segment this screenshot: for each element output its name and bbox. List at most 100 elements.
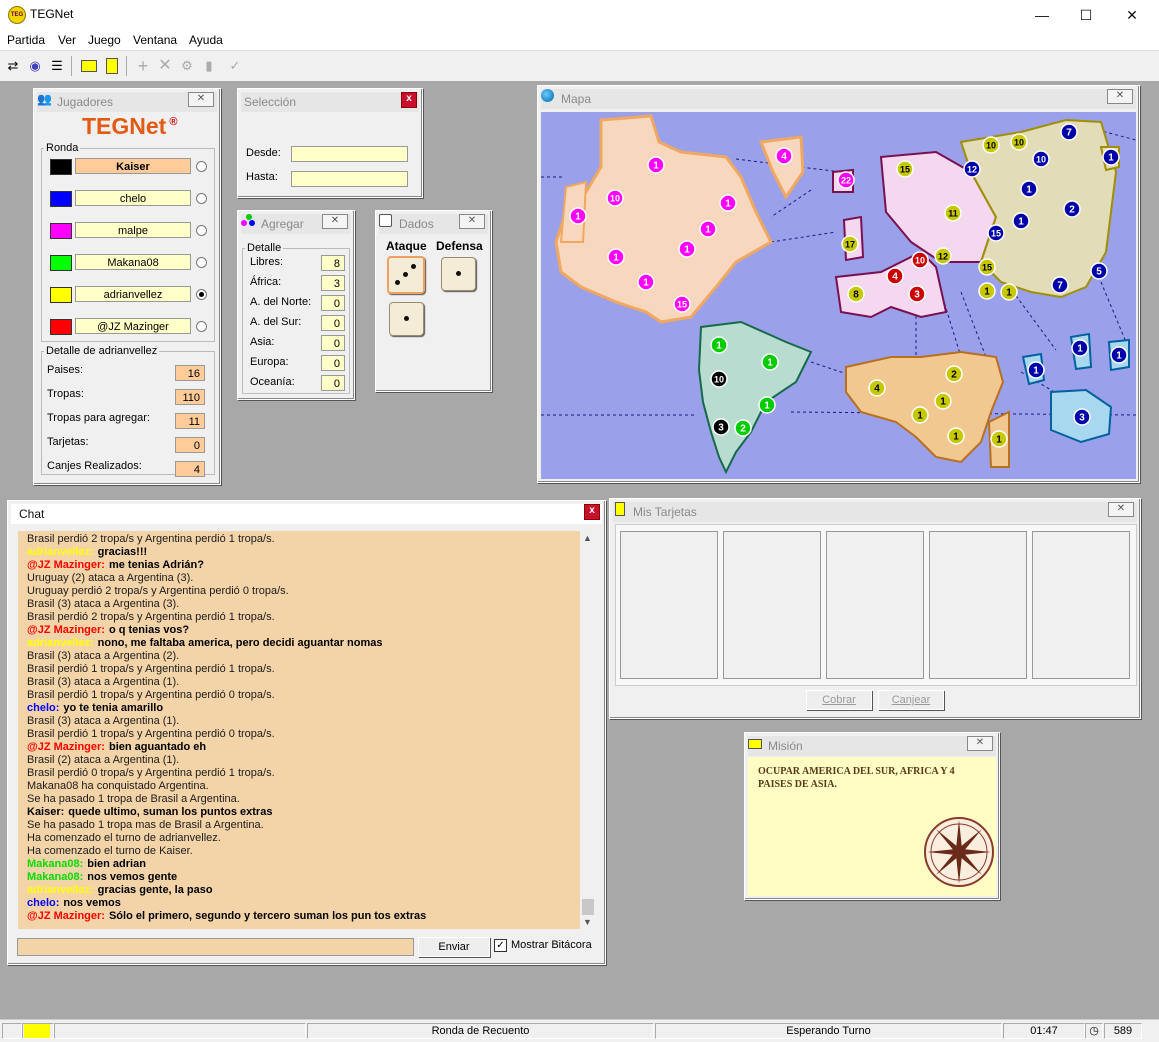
chat-scrollbar[interactable]: ▲ ▼ bbox=[580, 531, 596, 929]
army-marker[interactable]: 10 bbox=[1032, 150, 1050, 168]
army-marker[interactable]: 4 bbox=[775, 147, 793, 165]
army-marker[interactable]: 10 bbox=[911, 251, 929, 269]
army-marker[interactable]: 1 bbox=[699, 220, 717, 238]
menu-ventana[interactable]: Ventana bbox=[133, 33, 177, 47]
card-slot-4[interactable] bbox=[929, 531, 1027, 679]
check-icon[interactable]: ✓ bbox=[224, 55, 246, 77]
army-marker[interactable]: 8 bbox=[847, 285, 865, 303]
army-marker[interactable]: 3 bbox=[712, 418, 730, 436]
add-close-button[interactable]: ✕ bbox=[322, 214, 348, 229]
globe-icon[interactable]: ◉ bbox=[24, 55, 46, 77]
army-marker[interactable]: 10 bbox=[1010, 133, 1028, 151]
players-close-button[interactable]: ✕ bbox=[188, 92, 214, 107]
army-count: 1 bbox=[940, 397, 946, 408]
army-marker[interactable]: 7 bbox=[1051, 276, 1069, 294]
army-marker[interactable]: 5 bbox=[1090, 262, 1108, 280]
mission-icon[interactable] bbox=[101, 55, 123, 77]
army-marker[interactable]: 1 bbox=[934, 392, 952, 410]
army-marker[interactable]: 17 bbox=[841, 235, 859, 253]
card-slot-1[interactable] bbox=[620, 531, 718, 679]
show-log-checkbox[interactable]: ✓ bbox=[494, 939, 507, 952]
selection-close-button[interactable]: x bbox=[401, 92, 417, 108]
army-marker[interactable]: 1 bbox=[990, 430, 1008, 448]
gear-icon[interactable]: ⚙ bbox=[176, 55, 198, 77]
army-marker[interactable]: 1 bbox=[1027, 361, 1045, 379]
player-radio[interactable] bbox=[196, 289, 207, 300]
connect-icon[interactable]: ⇄ bbox=[2, 55, 24, 77]
mission-close-button[interactable]: ✕ bbox=[967, 736, 993, 751]
army-marker[interactable]: 1 bbox=[1012, 212, 1030, 230]
map-title[interactable]: Mapa bbox=[541, 89, 1136, 109]
cards-close-button[interactable]: ✕ bbox=[1108, 502, 1134, 517]
army-marker[interactable]: 1 bbox=[1000, 283, 1018, 301]
army-marker[interactable]: 1 bbox=[947, 427, 965, 445]
army-marker[interactable]: 1 bbox=[1020, 180, 1038, 198]
army-marker[interactable]: 1 bbox=[647, 156, 665, 174]
card-slot-2[interactable] bbox=[723, 531, 821, 679]
menu-juego[interactable]: Juego bbox=[88, 33, 121, 47]
army-marker[interactable]: 1 bbox=[607, 248, 625, 266]
army-marker[interactable]: 1 bbox=[911, 406, 929, 424]
chat-input[interactable] bbox=[17, 938, 414, 956]
minimize-button[interactable]: — bbox=[1019, 0, 1065, 30]
player-radio[interactable] bbox=[196, 321, 207, 332]
army-marker[interactable]: 1 bbox=[1110, 346, 1128, 364]
army-marker[interactable]: 3 bbox=[1073, 408, 1091, 426]
send-button[interactable]: Enviar bbox=[418, 937, 490, 957]
maximize-button[interactable]: ☐ bbox=[1063, 0, 1109, 30]
menu-ayuda[interactable]: Ayuda bbox=[189, 33, 223, 47]
army-marker[interactable]: 3 bbox=[908, 285, 926, 303]
army-marker[interactable]: 22 bbox=[837, 171, 855, 189]
player-radio[interactable] bbox=[196, 193, 207, 204]
army-marker[interactable]: 2 bbox=[945, 365, 963, 383]
army-marker[interactable]: 4 bbox=[886, 267, 904, 285]
army-marker[interactable]: 4 bbox=[868, 379, 886, 397]
card-yellow-icon[interactable] bbox=[78, 55, 100, 77]
card-slot-5[interactable] bbox=[1032, 531, 1130, 679]
menu-ver[interactable]: Ver bbox=[58, 33, 76, 47]
collect-button[interactable]: Cobrar bbox=[806, 690, 872, 710]
army-marker[interactable]: 15 bbox=[978, 258, 996, 276]
army-marker[interactable]: 1 bbox=[637, 273, 655, 291]
selection-title[interactable]: Selección bbox=[241, 92, 419, 112]
army-marker[interactable]: 1 bbox=[710, 336, 728, 354]
chat-close-button[interactable]: x bbox=[584, 504, 600, 520]
player-radio[interactable] bbox=[196, 257, 207, 268]
exchange-button[interactable]: Canjear bbox=[878, 690, 944, 710]
menu-partida[interactable]: Partida bbox=[7, 33, 45, 47]
army-marker[interactable]: 1 bbox=[978, 282, 996, 300]
close-button[interactable]: ✕ bbox=[1109, 0, 1155, 30]
map-close-button[interactable]: ✕ bbox=[1107, 89, 1133, 104]
card-slot-3[interactable] bbox=[826, 531, 924, 679]
add-icon[interactable]: + bbox=[132, 55, 154, 77]
army-marker[interactable]: 1 bbox=[761, 353, 779, 371]
army-marker[interactable]: 11 bbox=[944, 204, 962, 222]
card-icon[interactable]: ▮ bbox=[198, 55, 220, 77]
army-marker[interactable]: 10 bbox=[710, 370, 728, 388]
army-marker[interactable]: 7 bbox=[1060, 123, 1078, 141]
army-marker[interactable]: 1 bbox=[678, 240, 696, 258]
army-marker[interactable]: 10 bbox=[606, 189, 624, 207]
world-map[interactable]: 14110111111522111013 21511178410 12310 1012… bbox=[541, 112, 1136, 479]
army-marker[interactable]: 1 bbox=[569, 207, 587, 225]
army-marker[interactable]: 12 bbox=[934, 247, 952, 265]
player-radio[interactable] bbox=[196, 161, 207, 172]
army-marker[interactable]: 1 bbox=[1102, 148, 1120, 166]
army-marker[interactable]: 15 bbox=[987, 224, 1005, 242]
army-marker[interactable]: 12 bbox=[963, 160, 981, 178]
army-marker[interactable]: 2 bbox=[734, 419, 752, 437]
army-marker[interactable]: 1 bbox=[719, 194, 737, 212]
army-marker[interactable]: 15 bbox=[896, 160, 914, 178]
list-icon[interactable]: ☰ bbox=[46, 55, 68, 77]
dice-close-button[interactable]: ✕ bbox=[459, 214, 485, 229]
cards-title[interactable]: Mis Tarjetas bbox=[613, 502, 1137, 522]
army-marker[interactable]: 15 bbox=[673, 295, 691, 313]
mission-title[interactable]: Misión bbox=[748, 736, 996, 756]
player-radio[interactable] bbox=[196, 225, 207, 236]
chat-title[interactable]: Chat bbox=[11, 504, 602, 524]
remove-icon[interactable]: ✕ bbox=[154, 55, 176, 77]
army-marker[interactable]: 2 bbox=[1063, 200, 1081, 218]
army-marker[interactable]: 10 bbox=[982, 136, 1000, 154]
army-marker[interactable]: 1 bbox=[758, 396, 776, 414]
army-marker[interactable]: 1 bbox=[1071, 339, 1089, 357]
